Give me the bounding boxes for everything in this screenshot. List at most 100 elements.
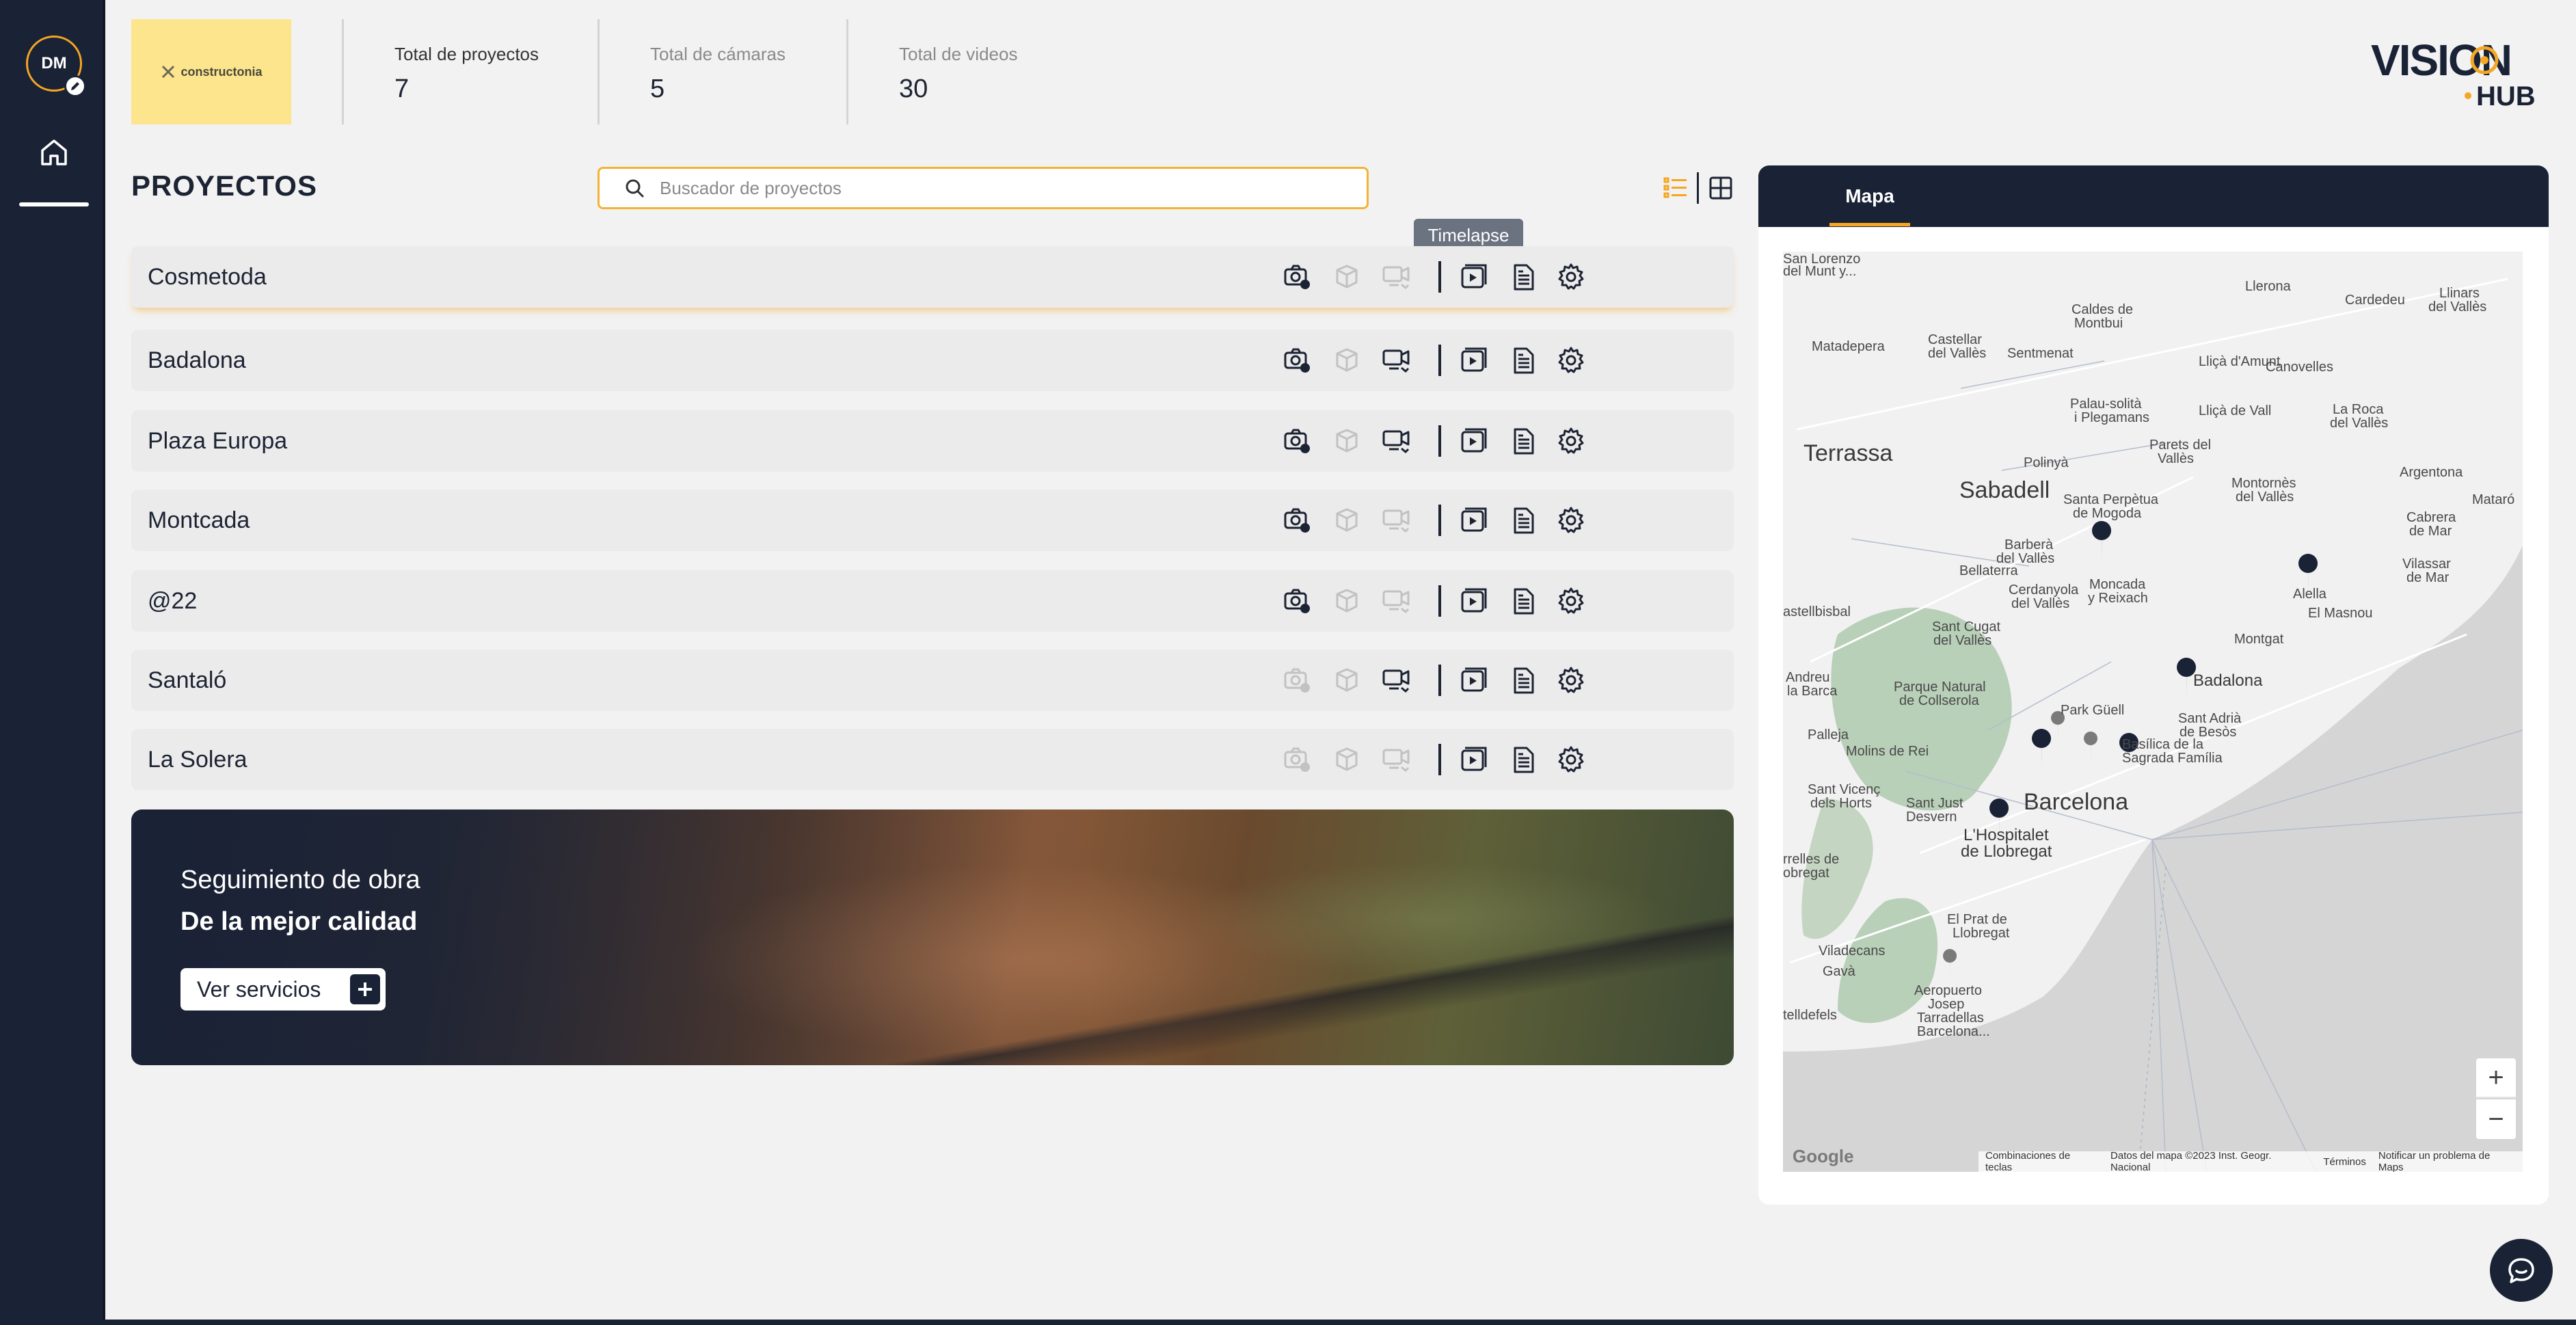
zoom-out-button[interactable]: − — [2476, 1099, 2516, 1139]
report-icon[interactable] — [1505, 662, 1541, 698]
map-label: Desvern — [1906, 809, 1957, 825]
map-canvas — [1783, 252, 2523, 1172]
camera-icon[interactable] — [1378, 343, 1414, 378]
map-label: astellbisbal — [1783, 604, 1851, 619]
map-label: Montbui — [2074, 316, 2123, 331]
3d-model-icon[interactable] — [1329, 423, 1365, 459]
grid-view-icon[interactable] — [1705, 172, 1736, 204]
timelapse-icon[interactable] — [1278, 343, 1314, 378]
map-label: del Vallès — [1928, 346, 1987, 361]
settings-icon[interactable] — [1553, 503, 1589, 538]
3d-model-icon[interactable] — [1329, 503, 1365, 538]
project-row[interactable]: Santaló — [131, 650, 1734, 711]
edit-avatar-icon[interactable] — [64, 75, 86, 97]
row-divider — [1438, 261, 1441, 293]
keyboard-shortcuts-link[interactable]: Combinaciones de teclas — [1985, 1150, 2098, 1172]
window-frame — [0, 1320, 2576, 1325]
home-icon[interactable] — [36, 134, 72, 171]
banner-text: Seguimiento de obra De la mejor calidad — [180, 866, 420, 937]
view-services-button[interactable]: Ver servicios — [180, 968, 386, 1011]
settings-icon[interactable] — [1553, 583, 1589, 619]
timelapse-icon[interactable] — [1278, 503, 1314, 538]
zoom-in-button[interactable]: + — [2476, 1058, 2516, 1098]
active-tab-indicator — [1829, 223, 1910, 226]
map-label: de Llobregat — [1961, 842, 2052, 861]
map-label: Llerona — [2245, 279, 2291, 294]
3d-model-icon[interactable] — [1329, 742, 1365, 777]
logo-text-bottom: HUB — [2476, 81, 2536, 108]
video-icon[interactable] — [1456, 662, 1492, 698]
settings-icon[interactable] — [1553, 423, 1589, 459]
map-label: del Vallès — [2330, 416, 2389, 431]
report-problem-link[interactable]: Notificar un problema de Maps — [2378, 1150, 2516, 1172]
map-label: y Reixach — [2088, 591, 2148, 606]
camera-icon[interactable] — [1378, 583, 1414, 619]
map-label: i Plegamans — [2074, 410, 2150, 425]
report-icon[interactable] — [1505, 503, 1541, 538]
timelapse-icon[interactable] — [1278, 742, 1314, 777]
report-icon[interactable] — [1505, 583, 1541, 619]
project-row[interactable]: Montcada — [131, 490, 1734, 551]
timelapse-icon[interactable] — [1278, 423, 1314, 459]
video-icon[interactable] — [1456, 583, 1492, 619]
settings-icon[interactable] — [1553, 662, 1589, 698]
project-row[interactable]: Cosmetoda — [131, 246, 1734, 308]
map-label: Argentona — [2400, 465, 2463, 480]
report-icon[interactable] — [1505, 423, 1541, 459]
settings-icon[interactable] — [1553, 742, 1589, 777]
project-row[interactable]: La Solera — [131, 729, 1734, 790]
search-input[interactable] — [660, 177, 1330, 199]
map-label: del Vallès — [2011, 596, 2070, 611]
3d-model-icon[interactable] — [1329, 583, 1365, 619]
list-view-icon[interactable] — [1660, 172, 1691, 204]
camera-icon[interactable] — [1378, 742, 1414, 777]
user-initials: DM — [41, 54, 67, 72]
project-name: @22 — [148, 588, 198, 614]
3d-model-icon[interactable] — [1329, 662, 1365, 698]
camera-icon[interactable] — [1378, 662, 1414, 698]
banner-title: De la mejor calidad — [180, 907, 418, 936]
project-row[interactable]: Badalona — [131, 330, 1734, 391]
camera-icon[interactable] — [1378, 503, 1414, 538]
map-attribution: Combinaciones de teclas Datos del mapa ©… — [1978, 1150, 2523, 1172]
map-label: dels Horts — [1810, 796, 1873, 811]
terms-link[interactable]: Términos — [2323, 1156, 2366, 1168]
timelapse-icon[interactable] — [1278, 662, 1314, 698]
camera-icon[interactable] — [1378, 423, 1414, 459]
map-label: del Vallès — [1933, 633, 1992, 648]
report-icon[interactable] — [1505, 343, 1541, 378]
report-icon[interactable] — [1505, 742, 1541, 777]
video-icon[interactable] — [1456, 742, 1492, 777]
settings-icon[interactable] — [1553, 343, 1589, 378]
map-label: de Collserola — [1899, 693, 1979, 708]
project-row[interactable]: Plaza Europa — [131, 410, 1734, 472]
report-icon[interactable] — [1505, 259, 1541, 295]
row-divider — [1438, 505, 1441, 536]
project-name: Badalona — [148, 347, 246, 373]
logo-text-top: VISION — [2371, 37, 2511, 85]
stat-label: Total de videos — [899, 44, 1018, 64]
search-bar[interactable] — [598, 167, 1369, 209]
timelapse-icon[interactable] — [1278, 583, 1314, 619]
settings-icon[interactable] — [1553, 259, 1589, 295]
3d-model-icon[interactable] — [1329, 259, 1365, 295]
video-icon[interactable] — [1456, 503, 1492, 538]
stat-total-cameras: Total de cámaras 5 — [598, 19, 786, 124]
row-divider — [1438, 665, 1441, 696]
view-toggle-divider — [1697, 172, 1699, 204]
video-icon[interactable] — [1456, 423, 1492, 459]
map-label: Cardedeu — [2345, 293, 2405, 308]
project-row[interactable]: @22 — [131, 570, 1734, 632]
map-label: Polinyà — [2024, 455, 2069, 470]
video-icon[interactable] — [1456, 343, 1492, 378]
timelapse-icon[interactable] — [1278, 259, 1314, 295]
chat-support-button[interactable] — [2490, 1239, 2553, 1302]
map-data-credit: Datos del mapa ©2023 Inst. Geogr. Nacion… — [2110, 1150, 2272, 1172]
map-label: Viladecans — [1819, 943, 1886, 959]
3d-model-icon[interactable] — [1329, 343, 1365, 378]
map-label: El Masnou — [2308, 606, 2373, 621]
video-icon[interactable] — [1456, 259, 1492, 295]
tab-mapa[interactable]: Mapa — [1832, 165, 1907, 227]
map-view[interactable]: San Lorenzo del Munt y... Matadepera Cas… — [1783, 252, 2523, 1172]
camera-icon[interactable] — [1378, 259, 1414, 295]
